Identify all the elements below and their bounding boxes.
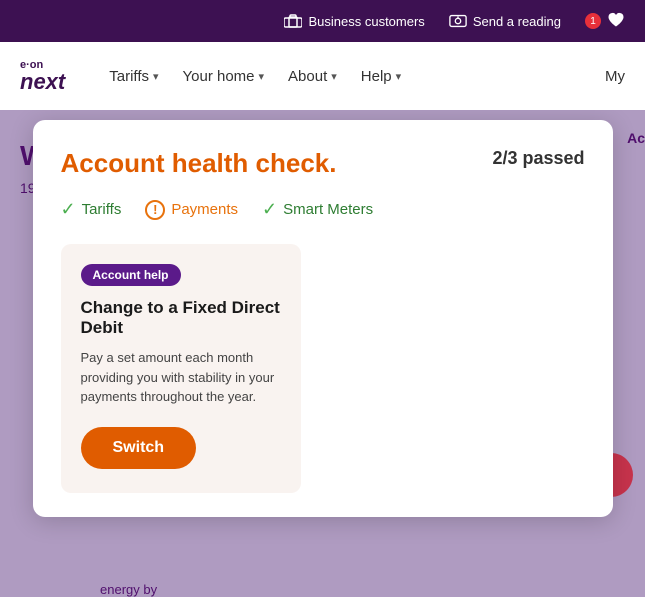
main-background: Wo 192 G Ac t paym payme ment is s after… [0, 110, 645, 597]
account-help-badge: Account help [81, 264, 181, 286]
health-check-modal: Account health check. 2/3 passed ✓ Tarif… [33, 120, 613, 517]
notification-button[interactable]: 1 [585, 12, 625, 31]
briefcase-icon [284, 12, 302, 30]
nav-about[interactable]: About ▾ [288, 68, 337, 85]
chevron-down-icon: ▾ [396, 70, 402, 83]
chevron-down-icon: ▾ [331, 70, 337, 83]
send-reading-link[interactable]: Send a reading [449, 12, 561, 30]
check-smart-meters-label: Smart Meters [283, 201, 373, 218]
check-payments-label: Payments [171, 201, 238, 218]
nav-help[interactable]: Help ▾ [361, 68, 401, 85]
chevron-down-icon: ▾ [153, 70, 159, 83]
meter-icon [449, 12, 467, 30]
nav-my[interactable]: My [605, 68, 625, 85]
nav-my-label: My [605, 68, 625, 85]
modal-header: Account health check. 2/3 passed [61, 148, 585, 179]
card-description: Pay a set amount each month providing yo… [81, 348, 281, 407]
warning-icon: ! [145, 200, 165, 220]
check-payments: ! Payments [145, 200, 238, 220]
chevron-down-icon: ▾ [259, 70, 265, 83]
check-green-icon-2: ✓ [262, 199, 277, 220]
nav-tariffs-label: Tariffs [109, 68, 149, 85]
check-smart-meters: ✓ Smart Meters [262, 199, 373, 220]
top-bar: Business customers Send a reading 1 [0, 0, 645, 42]
modal-title: Account health check. [61, 148, 337, 179]
nav-bar: e·on next Tariffs ▾ Your home ▾ About ▾ … [0, 42, 645, 110]
card-title: Change to a Fixed Direct Debit [81, 298, 281, 338]
nav-about-label: About [288, 68, 327, 85]
modal-card: Account help Change to a Fixed Direct De… [61, 244, 301, 493]
heart-icon [607, 12, 625, 31]
nav-help-label: Help [361, 68, 392, 85]
modal-passed-label: 2/3 passed [492, 148, 584, 169]
business-customers-label: Business customers [308, 14, 424, 29]
logo-next-text: next [20, 71, 65, 93]
switch-button[interactable]: Switch [81, 427, 197, 469]
nav-tariffs[interactable]: Tariffs ▾ [109, 68, 158, 85]
nav-your-home[interactable]: Your home ▾ [183, 68, 265, 85]
check-tariffs-label: Tariffs [82, 201, 122, 218]
business-customers-link[interactable]: Business customers [284, 12, 424, 30]
check-tariffs: ✓ Tariffs [61, 199, 122, 220]
modal-overlay: Account health check. 2/3 passed ✓ Tarif… [0, 110, 645, 597]
logo[interactable]: e·on next [20, 60, 65, 93]
check-green-icon: ✓ [61, 199, 76, 220]
notification-badge: 1 [585, 13, 601, 29]
nav-your-home-label: Your home [183, 68, 255, 85]
modal-checks-row: ✓ Tariffs ! Payments ✓ Smart Meters [61, 199, 585, 220]
send-reading-label: Send a reading [473, 14, 561, 29]
